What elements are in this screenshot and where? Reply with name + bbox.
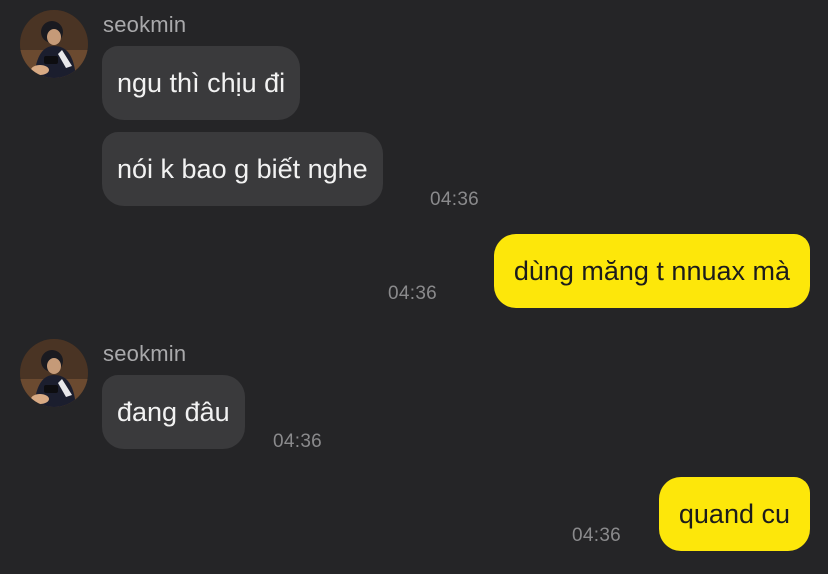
message-text: dùng măng t nnuax mà xyxy=(513,255,790,286)
message-timestamp: 04:36 xyxy=(273,431,323,452)
sender-avatar[interactable] xyxy=(20,10,88,78)
message-text: quand cu xyxy=(678,498,790,529)
message-text: ngu thì chịu đi xyxy=(117,67,286,98)
incoming-message-bubble[interactable]: đang đâu xyxy=(102,375,245,449)
outgoing-message-bubble[interactable]: dùng măng t nnuax mà xyxy=(493,234,810,308)
sender-name: seokmin xyxy=(103,12,187,37)
incoming-message-bubble[interactable]: ngu thì chịu đi xyxy=(102,46,301,120)
incoming-message-bubble[interactable]: nói k bao g biết nghe xyxy=(102,132,383,206)
message-text: đang đâu xyxy=(117,396,230,427)
sender-avatar[interactable] xyxy=(20,339,88,407)
outgoing-message-bubble[interactable]: quand cu xyxy=(658,477,810,551)
avatar-photo-icon xyxy=(20,10,88,78)
message-timestamp: 04:36 xyxy=(388,283,438,304)
message-timestamp: 04:36 xyxy=(572,525,622,546)
chat-window: seokmin ngu thì chịu đi nói k bao g biết… xyxy=(0,0,828,574)
avatar-photo-icon xyxy=(20,339,88,407)
sender-name: seokmin xyxy=(103,341,187,366)
message-timestamp: 04:36 xyxy=(430,189,480,210)
message-text: nói k bao g biết nghe xyxy=(117,153,368,184)
